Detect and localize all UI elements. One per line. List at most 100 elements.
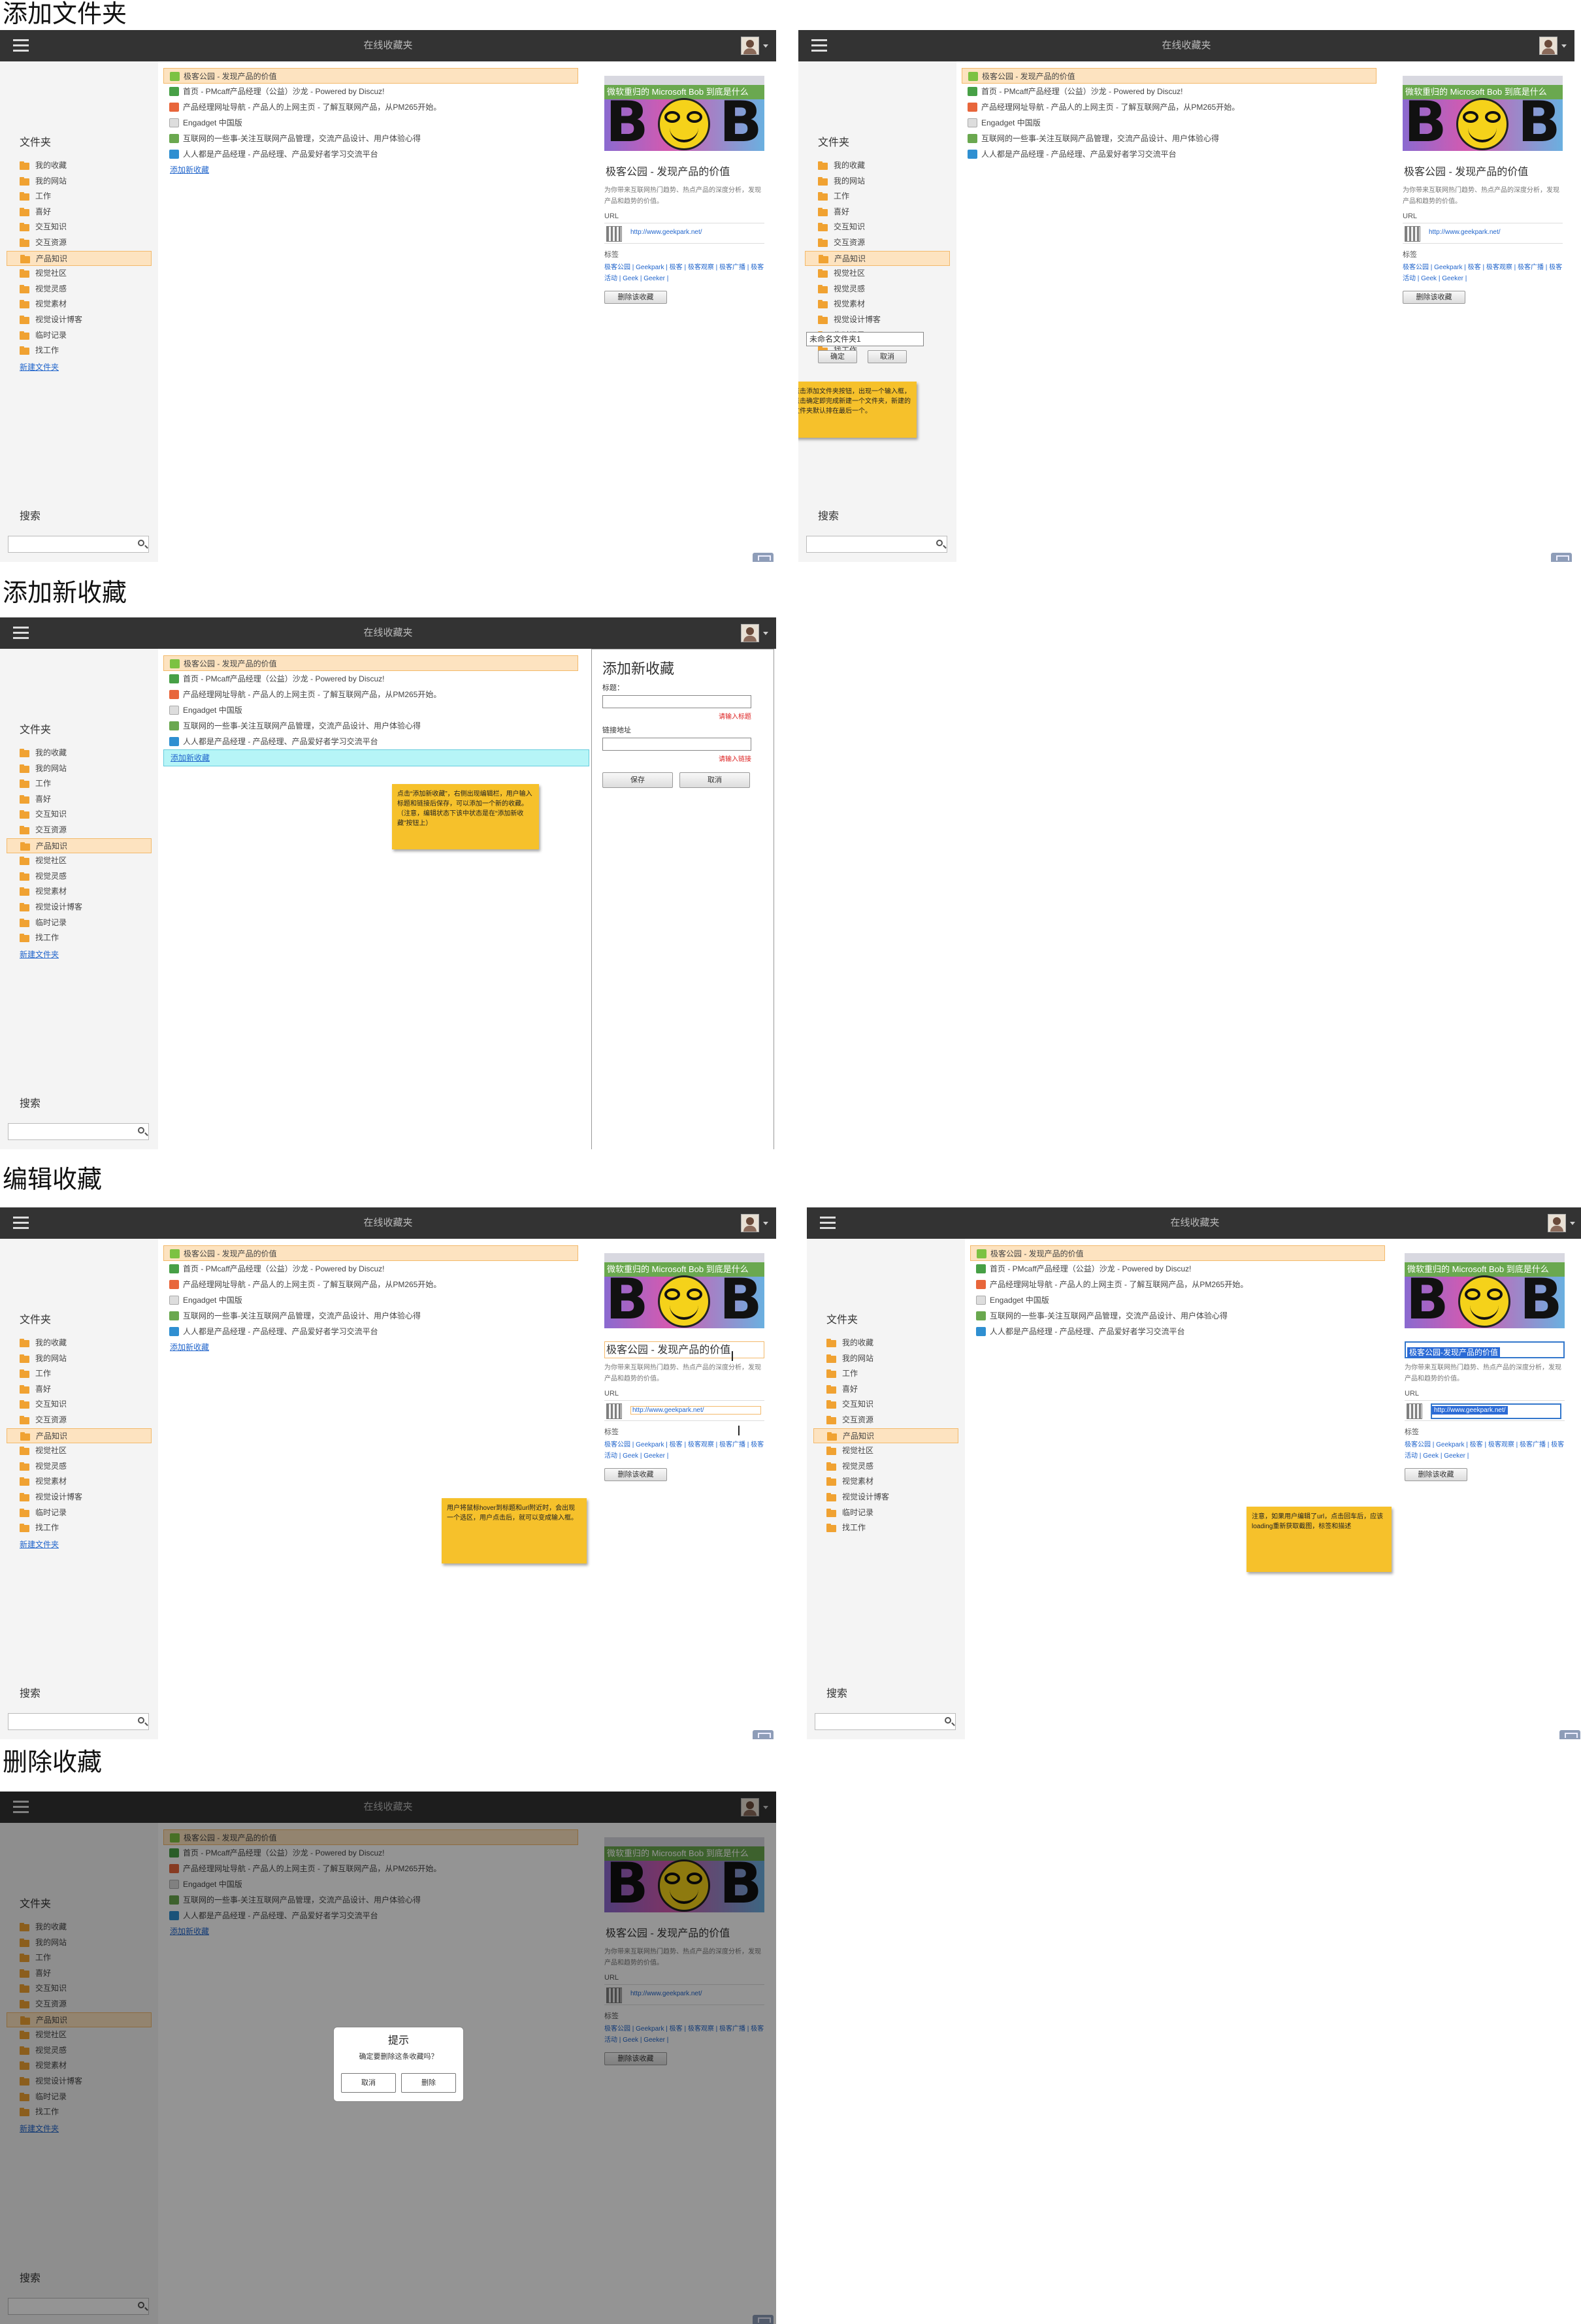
bookmark-item[interactable]: 极客公园 - 发现产品的价值 (962, 68, 1377, 84)
detail-title[interactable]: 极客公园-发现产品的价值 (1405, 1341, 1565, 1358)
bookmark-item[interactable]: 产品经理网址导航 - 产品人的上网主页 - 了解互联网产品，从PM265开始。 (163, 99, 578, 115)
folder-item[interactable]: 我的收藏 (805, 158, 950, 174)
delete-bookmark-button[interactable]: 删除该收藏 (1403, 291, 1465, 304)
delete-bookmark-button[interactable]: 删除该收藏 (604, 291, 667, 304)
detail-tags[interactable]: 极客公园 | Geekpark | 极客 | 极客观察 | 极客广播 | 极客活… (1405, 1439, 1565, 1462)
folder-item[interactable]: 喜好 (813, 1382, 958, 1398)
search-input[interactable] (8, 1123, 149, 1140)
bookmark-item[interactable]: 极客公园 - 发现产品的价值 (970, 1245, 1385, 1261)
save-button[interactable]: 保存 (602, 772, 673, 788)
search-input[interactable] (8, 1713, 149, 1730)
avatar[interactable] (741, 1214, 759, 1232)
folder-item[interactable]: 我的网站 (7, 761, 152, 777)
bookmark-item[interactable]: 产品经理网址导航 - 产品人的上网主页 - 了解互联网产品，从PM265开始。 (970, 1277, 1385, 1292)
folder-item[interactable]: 我的收藏 (813, 1335, 958, 1351)
folder-item[interactable]: 视觉设计博客 (813, 1490, 958, 1505)
bookmark-item[interactable]: 极客公园 - 发现产品的价值 (163, 68, 578, 84)
dialog-cancel-button[interactable]: 取消 (341, 2073, 396, 2093)
folder-item[interactable]: 视觉灵感 (7, 282, 152, 297)
bookmark-item[interactable]: 首页 - PMcaff产品经理（公益）沙龙 - Powered by Discu… (970, 1261, 1385, 1277)
folder-item[interactable]: 喜好 (7, 792, 152, 808)
folder-item[interactable]: 找工作 (7, 1520, 152, 1536)
folder-item[interactable]: 视觉素材 (813, 1474, 958, 1490)
new-folder-link[interactable]: 新建文件夹 (20, 361, 59, 372)
folder-item[interactable]: 临时记录 (7, 915, 152, 931)
folder-item[interactable]: 视觉素材 (7, 297, 152, 312)
folder-item[interactable]: 视觉设计博客 (7, 1490, 152, 1505)
bookmark-item[interactable]: 首页 - PMcaff产品经理（公益）沙龙 - Powered by Discu… (163, 671, 578, 687)
folder-item[interactable]: 视觉素材 (7, 884, 152, 900)
folder-item[interactable]: 交互资源 (7, 235, 152, 251)
confirm-folder-button[interactable]: 确定 (818, 350, 857, 363)
delete-bookmark-button[interactable]: 删除该收藏 (604, 1468, 667, 1481)
scroll-top-icon[interactable] (753, 553, 774, 562)
folder-item[interactable]: 产品知识 (7, 838, 152, 854)
bookmark-item[interactable]: Engadget 中国版 (970, 1292, 1385, 1308)
folder-item[interactable]: 我的收藏 (7, 1335, 152, 1351)
bookmark-item[interactable]: 互联网的一些事-关注互联网产品管理，交流产品设计、用户体验心得 (962, 131, 1377, 146)
folder-item[interactable]: 视觉社区 (805, 266, 950, 282)
folder-item[interactable]: 喜好 (7, 1382, 152, 1398)
bookmark-item[interactable]: Engadget 中国版 (962, 115, 1377, 131)
bookmark-item[interactable]: 人人都是产品经理 - 产品经理、产品爱好者学习交流平台 (163, 1324, 578, 1339)
chevron-down-icon[interactable] (763, 632, 768, 635)
search-input[interactable] (815, 1713, 956, 1730)
folder-item[interactable]: 产品知识 (805, 250, 950, 267)
folder-item[interactable]: 工作 (7, 1366, 152, 1382)
scroll-top-icon[interactable] (1551, 553, 1572, 562)
folder-item[interactable]: 交互资源 (7, 823, 152, 838)
folder-item[interactable]: 我的收藏 (7, 158, 152, 174)
folder-item[interactable]: 产品知识 (7, 1428, 152, 1444)
bookmark-item[interactable]: 互联网的一些事-关注互联网产品管理，交流产品设计、用户体验心得 (163, 1308, 578, 1324)
cancel-button[interactable]: 取消 (679, 772, 750, 788)
dialog-delete-button[interactable]: 删除 (401, 2073, 456, 2093)
detail-url[interactable]: http://www.geekpark.net/ (630, 229, 702, 236)
avatar[interactable] (1548, 1214, 1566, 1232)
folder-item[interactable]: 视觉社区 (7, 266, 152, 282)
bookmark-item[interactable]: 产品经理网址导航 - 产品人的上网主页 - 了解互联网产品，从PM265开始。 (163, 1277, 578, 1292)
detail-title[interactable]: 极客公园 - 发现产品的价值 (604, 1341, 764, 1358)
bookmark-item[interactable]: 互联网的一些事-关注互联网产品管理，交流产品设计、用户体验心得 (163, 718, 578, 734)
avatar[interactable] (741, 624, 759, 642)
avatar[interactable] (1539, 37, 1557, 55)
detail-tags[interactable]: 极客公园 | Geekpark | 极客 | 极客观察 | 极客广播 | 极客活… (604, 1439, 764, 1462)
search-input[interactable] (806, 536, 947, 553)
folder-item[interactable]: 视觉社区 (7, 853, 152, 869)
folder-item[interactable]: 我的收藏 (7, 745, 152, 761)
folder-item[interactable]: 产品知识 (813, 1428, 958, 1444)
folder-item[interactable]: 视觉素材 (7, 1474, 152, 1490)
folder-item[interactable]: 视觉灵感 (805, 282, 950, 297)
folder-item[interactable]: 视觉设计博客 (7, 900, 152, 915)
bookmark-item[interactable]: 产品经理网址导航 - 产品人的上网主页 - 了解互联网产品，从PM265开始。 (163, 687, 578, 702)
folder-item[interactable]: 视觉设计博客 (805, 312, 950, 328)
folder-item[interactable]: 临时记录 (7, 1505, 152, 1521)
bookmark-item[interactable]: 人人都是产品经理 - 产品经理、产品爱好者学习交流平台 (962, 146, 1377, 162)
folder-item[interactable]: 工作 (7, 776, 152, 792)
bookmark-item[interactable]: 极客公园 - 发现产品的价值 (163, 1245, 578, 1261)
bookmark-item[interactable]: 首页 - PMcaff产品经理（公益）沙龙 - Powered by Discu… (163, 1261, 578, 1277)
folder-item[interactable]: 找工作 (7, 343, 152, 359)
folder-item[interactable]: 临时记录 (7, 328, 152, 344)
add-bookmark-link[interactable]: 添加新收藏 (163, 1339, 578, 1355)
new-folder-link[interactable]: 新建文件夹 (20, 1539, 59, 1550)
folder-item[interactable]: 视觉灵感 (813, 1459, 958, 1475)
bookmark-item[interactable]: 极客公园 - 发现产品的价值 (163, 655, 578, 671)
folder-item[interactable]: 交互资源 (805, 235, 950, 251)
folder-item[interactable]: 视觉设计博客 (7, 312, 152, 328)
folder-item[interactable]: 交互资源 (7, 1413, 152, 1428)
new-folder-link[interactable]: 新建文件夹 (20, 949, 59, 960)
bookmark-item[interactable]: Engadget 中国版 (163, 702, 578, 718)
folder-item[interactable]: 交互资源 (813, 1413, 958, 1428)
bookmark-item[interactable]: 人人都是产品经理 - 产品经理、产品爱好者学习交流平台 (970, 1324, 1385, 1339)
folder-item[interactable]: 交互知识 (7, 220, 152, 235)
folder-item[interactable]: 视觉灵感 (7, 869, 152, 885)
folder-item[interactable]: 喜好 (7, 205, 152, 220)
folder-item[interactable]: 产品知识 (7, 250, 152, 267)
add-bookmark-link[interactable]: 添加新收藏 (163, 749, 589, 766)
bookmark-item[interactable]: 首页 - PMcaff产品经理（公益）沙龙 - Powered by Discu… (163, 84, 578, 99)
detail-title[interactable]: 极客公园 - 发现产品的价值 (1403, 164, 1563, 181)
scroll-top-icon[interactable] (1559, 1730, 1580, 1739)
folder-item[interactable]: 工作 (7, 189, 152, 205)
folder-item[interactable]: 我的网站 (7, 1351, 152, 1367)
detail-tags[interactable]: 极客公园 | Geekpark | 极客 | 极客观察 | 极客广播 | 极客活… (604, 262, 764, 284)
